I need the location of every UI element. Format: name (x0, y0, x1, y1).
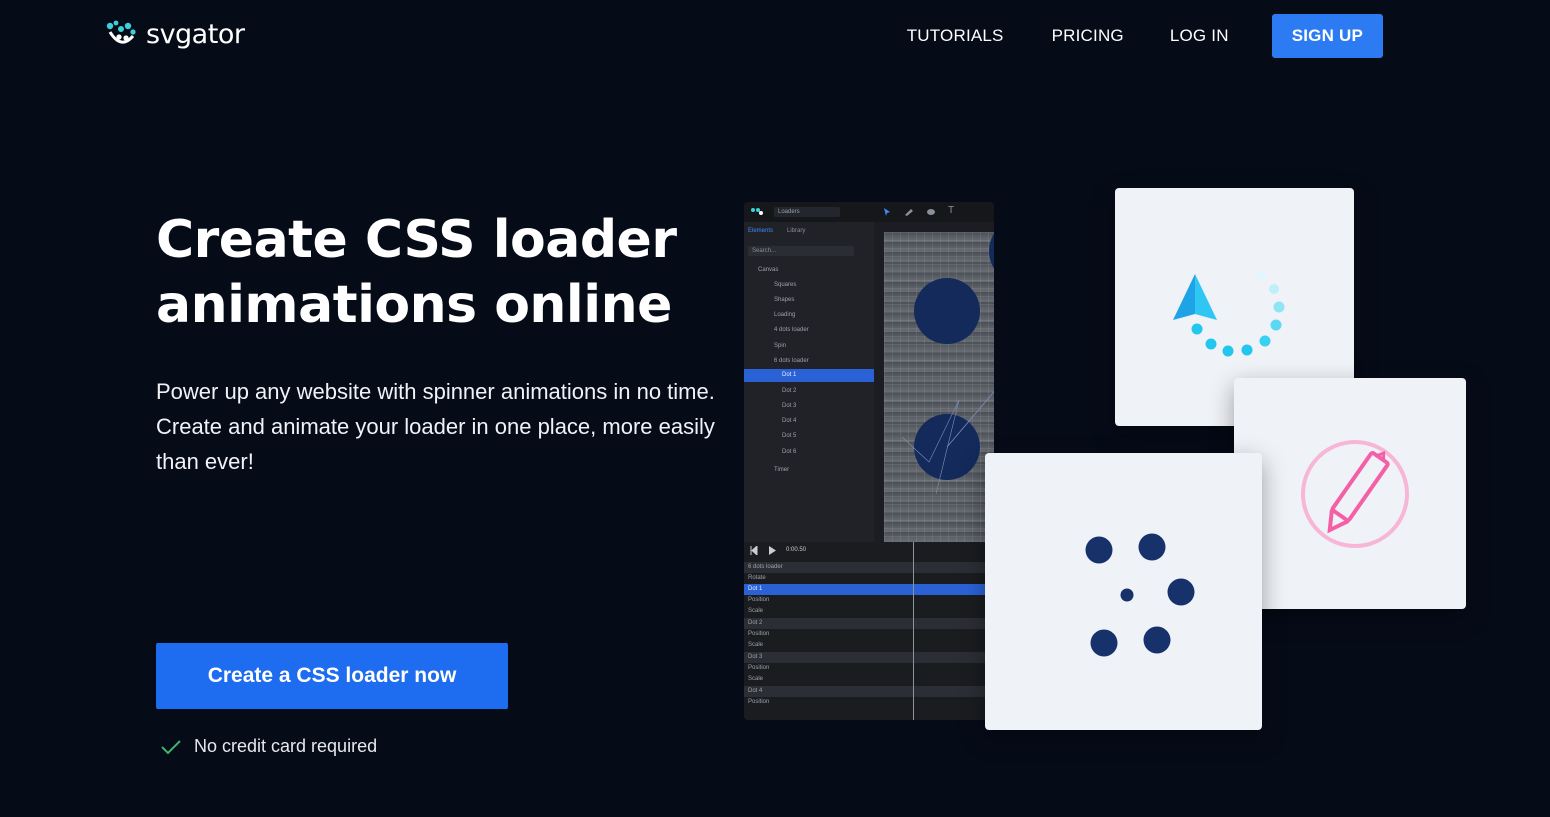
no-credit-card-text: No credit card required (194, 736, 378, 756)
pen-tool-icon[interactable] (904, 208, 914, 216)
editor-toolbar: Loaders T (744, 202, 994, 222)
elements-search-input[interactable]: Search... (748, 246, 854, 256)
signup-button[interactable]: SIGN UP (1271, 14, 1383, 58)
create-loader-button[interactable]: Create a CSS loader now (156, 643, 508, 709)
pencil-card (1234, 378, 1466, 609)
timeline-time: 0:00.50 (786, 547, 807, 553)
timeline-row[interactable]: Dot 3 (744, 652, 994, 663)
elements-panel: Elements Library Search... Canvas Square… (744, 222, 874, 542)
timeline-property[interactable]: Position (744, 663, 994, 674)
timeline-property[interactable]: Position (744, 629, 994, 640)
top-nav: TUTORIALS PRICING LOG IN SIGN UP (907, 14, 1383, 58)
dot-loader-card (985, 453, 1262, 730)
timeline-property[interactable]: Rotate (744, 573, 994, 584)
shape-tool-icon[interactable] (926, 208, 936, 216)
layer-item[interactable]: 4 dots loader (744, 324, 874, 337)
layer-dot[interactable]: Dot 4 (744, 415, 874, 428)
hero-subtitle: Power up any website with spinner animat… (156, 379, 715, 474)
nav-login[interactable]: LOG IN (1170, 26, 1229, 46)
text-tool-icon[interactable]: T (948, 205, 954, 216)
timeline-property[interactable]: Position (744, 595, 994, 606)
layer-item[interactable]: Squares (744, 279, 874, 292)
layer-item[interactable]: 6 dots loader (744, 355, 874, 368)
timeline-property[interactable]: Scale (744, 674, 994, 685)
editor-screenshot: Loaders T Elements Library Search... Can… (744, 202, 994, 720)
nav-pricing[interactable]: PRICING (1052, 26, 1124, 46)
nav-tutorials[interactable]: TUTORIALS (907, 26, 1004, 46)
brand-logo[interactable]: svgator (104, 18, 245, 50)
skip-back-icon[interactable] (750, 546, 758, 555)
layer-dot[interactable]: Dot 6 (744, 446, 874, 459)
hero-title-line1: Create CSS loader (156, 210, 677, 270)
timeline-property[interactable]: Position (744, 697, 994, 708)
playhead[interactable] (913, 542, 914, 720)
select-tool-icon[interactable] (882, 207, 892, 217)
layer-item[interactable]: Spin (744, 340, 874, 353)
hero-title: Create CSS loader animations online (156, 208, 756, 338)
hero-title-line2: animations online (156, 275, 672, 335)
editor-project-name[interactable]: Loaders (774, 207, 840, 217)
landing-page: svgator TUTORIALS PRICING LOG IN SIGN UP… (0, 0, 1550, 817)
timeline-property[interactable]: Scale (744, 606, 994, 617)
layer-item[interactable]: Shapes (744, 294, 874, 307)
tab-library[interactable]: Library (787, 228, 805, 234)
tab-elements[interactable]: Elements (748, 228, 773, 234)
layer-dot-selected[interactable]: Dot 1 (744, 369, 874, 382)
layer-dot[interactable]: Dot 3 (744, 400, 874, 413)
layer-dot[interactable]: Dot 2 (744, 385, 874, 398)
timeline-panel: 0:00.50 6 dots loader Rotate Dot 1 Posit… (744, 542, 994, 720)
editor-logo-icon (751, 208, 763, 215)
timeline-row[interactable]: Dot 4 (744, 686, 994, 697)
play-icon[interactable] (768, 546, 776, 555)
editor-canvas[interactable] (884, 218, 994, 542)
brand-name: svgator (146, 18, 245, 50)
no-credit-card-note: No credit card required (160, 736, 377, 757)
dot-loader-icon (1085, 533, 1195, 657)
check-icon (161, 739, 181, 754)
timeline-row[interactable]: Dot 2 (744, 618, 994, 629)
motion-path-icon (901, 391, 994, 495)
layer-timer[interactable]: Timer (744, 464, 874, 477)
layer-canvas[interactable]: Canvas (744, 264, 874, 277)
timeline-row-selected[interactable]: Dot 1 (744, 584, 994, 595)
pencil-icon (1301, 440, 1409, 548)
svgator-logo-icon (106, 20, 136, 44)
layer-dot[interactable]: Dot 5 (744, 430, 874, 443)
layer-item[interactable]: Loading (744, 309, 874, 322)
timeline-property[interactable]: Scale (744, 640, 994, 651)
timeline-group[interactable]: 6 dots loader (744, 562, 994, 573)
